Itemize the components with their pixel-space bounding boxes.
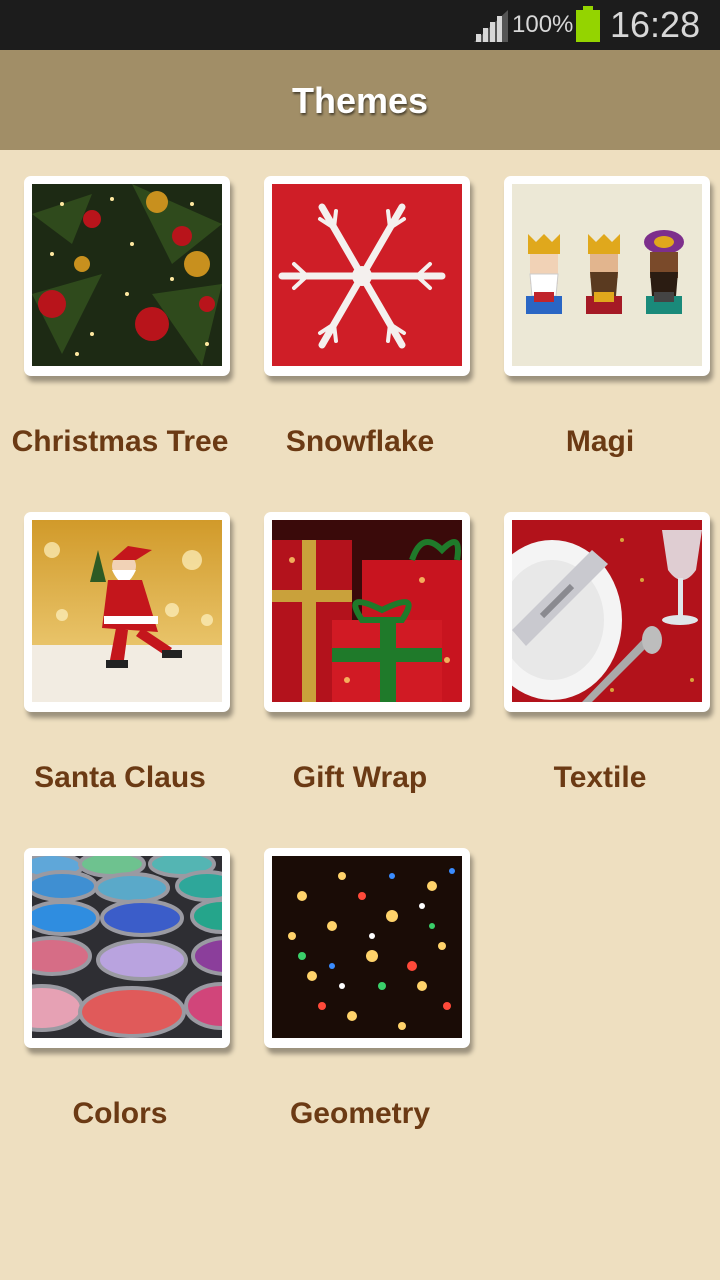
theme-thumbnail-frame[interactable] bbox=[264, 848, 470, 1048]
bokeh-lights-photo bbox=[272, 856, 462, 1038]
theme-label: Christmas Tree bbox=[11, 425, 229, 458]
theme-tile-textile[interactable]: Textile bbox=[480, 486, 720, 806]
theme-tile-colors[interactable]: Colors bbox=[0, 822, 240, 1142]
christmas-tree-photo bbox=[32, 184, 222, 366]
paint-pots-photo bbox=[32, 856, 222, 1038]
theme-tile-santa-claus[interactable]: Santa Claus bbox=[0, 486, 240, 806]
action-bar: Themes bbox=[0, 50, 720, 150]
snowflake-photo bbox=[272, 184, 462, 366]
theme-thumbnail-frame[interactable] bbox=[24, 176, 230, 376]
battery-icon bbox=[576, 6, 600, 42]
gift-boxes-photo bbox=[272, 520, 462, 702]
page-title: Themes bbox=[291, 80, 429, 121]
battery-percentage: 100% bbox=[512, 11, 574, 38]
theme-thumbnail-frame[interactable] bbox=[24, 512, 230, 712]
theme-tile-christmas-tree[interactable]: Christmas Tree bbox=[0, 150, 240, 470]
theme-thumbnail-frame[interactable] bbox=[264, 176, 470, 376]
theme-label: Colors bbox=[72, 1097, 168, 1130]
theme-tile-gift-wrap[interactable]: Gift Wrap bbox=[240, 486, 480, 806]
theme-thumbnail-frame[interactable] bbox=[504, 512, 710, 712]
table-setting-photo bbox=[512, 520, 702, 702]
theme-label: Gift Wrap bbox=[292, 761, 428, 794]
signal-strength-icon bbox=[474, 10, 508, 42]
three-kings-illustration bbox=[512, 184, 702, 366]
theme-thumbnail-frame[interactable] bbox=[264, 512, 470, 712]
theme-tile-geometry[interactable]: Geometry bbox=[240, 822, 480, 1142]
status-clock: 16:28 bbox=[610, 4, 701, 45]
status-bar: 100% 16:28 bbox=[0, 0, 720, 50]
theme-label: Santa Claus bbox=[34, 761, 206, 794]
theme-label: Textile bbox=[553, 761, 647, 794]
theme-label: Snowflake bbox=[285, 425, 435, 458]
theme-thumbnail-frame[interactable] bbox=[504, 176, 710, 376]
theme-label: Magi bbox=[565, 425, 635, 458]
theme-tile-snowflake[interactable]: Snowflake bbox=[240, 150, 480, 470]
theme-label: Geometry bbox=[289, 1097, 431, 1130]
theme-tile-magi[interactable]: Magi bbox=[480, 150, 720, 470]
santa-figurine-photo bbox=[32, 520, 222, 702]
theme-thumbnail-frame[interactable] bbox=[24, 848, 230, 1048]
